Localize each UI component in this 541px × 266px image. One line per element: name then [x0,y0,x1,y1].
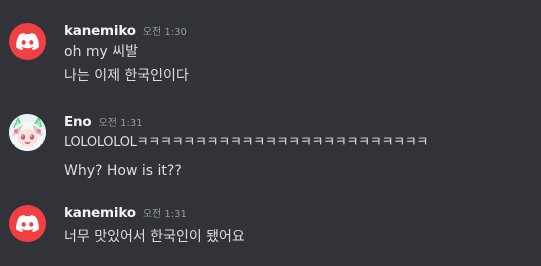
message-group: kanemiko 오전 1:31 너무 맛있어서 한국인이 됐어요 [0,190,541,266]
discord-logo-icon [16,33,39,50]
user-avatar[interactable] [9,114,46,151]
message-header: Eno 오전 1:31 [64,114,143,130]
message-text: 나는 이제 한국인이다 [64,68,189,84]
message-text: 너무 맛있어서 한국인이 됐어요 [64,229,245,245]
message-header: kanemiko 오전 1:30 [64,23,187,39]
user-avatar[interactable] [9,23,46,60]
timestamp[interactable]: 오전 1:31 [99,114,143,129]
user-avatar[interactable] [9,205,46,242]
message-text: Why? How is it?? [64,163,182,179]
discord-logo-icon [16,215,39,232]
message-group: Eno 오전 1:31 LOLOLOLOLㅋㅋㅋㅋㅋㅋㅋㅋㅋㅋㅋㅋㅋㅋㅋㅋㅋㅋㅋ… [0,100,541,190]
username[interactable]: Eno [64,114,92,130]
timestamp[interactable]: 오전 1:31 [143,205,187,220]
message-text: oh my 씨발 [64,44,139,60]
message-header: kanemiko 오전 1:31 [64,205,187,221]
anime-character-avatar-icon [9,114,46,151]
username[interactable]: kanemiko [64,23,136,39]
timestamp[interactable]: 오전 1:30 [143,23,187,38]
message-group: kanemiko 오전 1:30 oh my 씨발 나는 이제 한국인이다 [0,0,541,100]
username[interactable]: kanemiko [64,205,136,221]
message-text: LOLOLOLOLㅋㅋㅋㅋㅋㅋㅋㅋㅋㅋㅋㅋㅋㅋㅋㅋㅋㅋㅋㅋㅋㅋㅋㅋㅋ [64,135,429,150]
